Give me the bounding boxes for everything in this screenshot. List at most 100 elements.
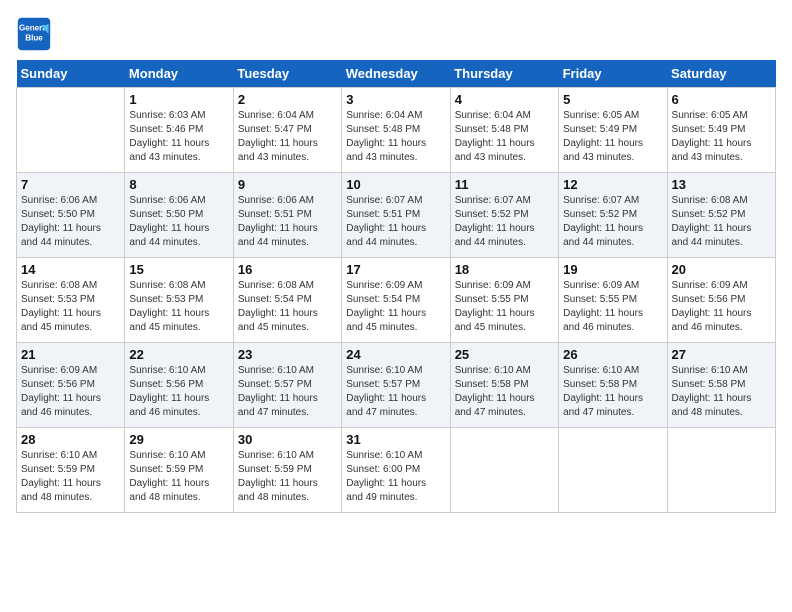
day-number: 8 bbox=[129, 177, 228, 192]
calendar-cell: 8 Sunrise: 6:06 AM Sunset: 5:50 PM Daylig… bbox=[125, 173, 233, 258]
calendar-cell: 13Sunrise: 6:08 AM Sunset: 5:52 PM Dayli… bbox=[667, 173, 775, 258]
day-number: 30 bbox=[238, 432, 337, 447]
day-number: 7 bbox=[21, 177, 120, 192]
day-info: Sunrise: 6:06 AM Sunset: 5:50 PM Dayligh… bbox=[129, 194, 228, 250]
calendar-cell: 22Sunrise: 6:10 AM Sunset: 5:56 PM Dayli… bbox=[125, 343, 233, 428]
day-number: 24 bbox=[346, 347, 445, 362]
day-number: 23 bbox=[238, 347, 337, 362]
day-number: 3 bbox=[346, 92, 445, 107]
calendar-cell: 16Sunrise: 6:08 AM Sunset: 5:54 PM Dayli… bbox=[233, 258, 341, 343]
weekday-header-sunday: Sunday bbox=[17, 60, 125, 88]
calendar-cell: 24 Sunrise: 6:10 AM Sunset: 5:57 PM Dayli… bbox=[342, 343, 450, 428]
calendar-cell: 1 Sunrise: 6:03 AM Sunset: 5:46 PM Daylig… bbox=[125, 88, 233, 173]
weekday-header-saturday: Saturday bbox=[667, 60, 775, 88]
calendar-cell: 19 Sunrise: 6:09 AM Sunset: 5:55 PM Dayli… bbox=[559, 258, 667, 343]
svg-text:Blue: Blue bbox=[25, 33, 43, 42]
day-number: 12 bbox=[563, 177, 662, 192]
day-info: Sunrise: 6:10 AM Sunset: 5:59 PM Dayligh… bbox=[129, 449, 228, 505]
day-number: 18 bbox=[455, 262, 554, 277]
calendar-cell: 4 Sunrise: 6:04 AM Sunset: 5:48 PM Daylig… bbox=[450, 88, 558, 173]
calendar-week-row: 21 Sunrise: 6:09 AM Sunset: 5:56 PM Dayli… bbox=[17, 343, 776, 428]
day-info: Sunrise: 6:09 AM Sunset: 5:55 PM Dayligh… bbox=[563, 279, 662, 335]
calendar-cell: 25 Sunrise: 6:10 AM Sunset: 5:58 PM Dayli… bbox=[450, 343, 558, 428]
day-number: 28 bbox=[21, 432, 120, 447]
calendar-cell: 26 Sunrise: 6:10 AM Sunset: 5:58 PM Dayli… bbox=[559, 343, 667, 428]
day-info: Sunrise: 6:05 AM Sunset: 5:49 PM Dayligh… bbox=[672, 109, 771, 165]
day-info: Sunrise: 6:09 AM Sunset: 5:56 PM Dayligh… bbox=[21, 364, 120, 420]
day-number: 1 bbox=[129, 92, 228, 107]
calendar-cell: 5Sunrise: 6:05 AM Sunset: 5:49 PM Daylig… bbox=[559, 88, 667, 173]
calendar-cell: 10Sunrise: 6:07 AM Sunset: 5:51 PM Dayli… bbox=[342, 173, 450, 258]
calendar-cell: 30 Sunrise: 6:10 AM Sunset: 5:59 PM Dayli… bbox=[233, 428, 341, 513]
calendar-body: 1 Sunrise: 6:03 AM Sunset: 5:46 PM Daylig… bbox=[17, 88, 776, 513]
day-info: Sunrise: 6:10 AM Sunset: 5:58 PM Dayligh… bbox=[455, 364, 554, 420]
day-info: Sunrise: 6:09 AM Sunset: 5:56 PM Dayligh… bbox=[672, 279, 771, 335]
day-info: Sunrise: 6:10 AM Sunset: 5:58 PM Dayligh… bbox=[563, 364, 662, 420]
day-number: 26 bbox=[563, 347, 662, 362]
day-info: Sunrise: 6:10 AM Sunset: 6:00 PM Dayligh… bbox=[346, 449, 445, 505]
day-number: 19 bbox=[563, 262, 662, 277]
day-info: Sunrise: 6:10 AM Sunset: 5:58 PM Dayligh… bbox=[672, 364, 771, 420]
calendar-cell: 23 Sunrise: 6:10 AM Sunset: 5:57 PM Dayli… bbox=[233, 343, 341, 428]
day-info: Sunrise: 6:06 AM Sunset: 5:51 PM Dayligh… bbox=[238, 194, 337, 250]
page-header: General Blue bbox=[16, 16, 776, 52]
calendar-cell: 20Sunrise: 6:09 AM Sunset: 5:56 PM Dayli… bbox=[667, 258, 775, 343]
day-info: Sunrise: 6:03 AM Sunset: 5:46 PM Dayligh… bbox=[129, 109, 228, 165]
day-number: 31 bbox=[346, 432, 445, 447]
day-info: Sunrise: 6:04 AM Sunset: 5:47 PM Dayligh… bbox=[238, 109, 337, 165]
day-info: Sunrise: 6:09 AM Sunset: 5:54 PM Dayligh… bbox=[346, 279, 445, 335]
day-number: 4 bbox=[455, 92, 554, 107]
calendar-cell bbox=[667, 428, 775, 513]
day-info: Sunrise: 6:07 AM Sunset: 5:52 PM Dayligh… bbox=[455, 194, 554, 250]
calendar-cell: 29 Sunrise: 6:10 AM Sunset: 5:59 PM Dayli… bbox=[125, 428, 233, 513]
day-number: 25 bbox=[455, 347, 554, 362]
day-info: Sunrise: 6:07 AM Sunset: 5:51 PM Dayligh… bbox=[346, 194, 445, 250]
weekday-header-tuesday: Tuesday bbox=[233, 60, 341, 88]
weekday-header-wednesday: Wednesday bbox=[342, 60, 450, 88]
calendar-cell: 27 Sunrise: 6:10 AM Sunset: 5:58 PM Dayli… bbox=[667, 343, 775, 428]
day-number: 9 bbox=[238, 177, 337, 192]
day-info: Sunrise: 6:10 AM Sunset: 5:57 PM Dayligh… bbox=[238, 364, 337, 420]
day-info: Sunrise: 6:05 AM Sunset: 5:49 PM Dayligh… bbox=[563, 109, 662, 165]
calendar-cell: 2 Sunrise: 6:04 AM Sunset: 5:47 PM Daylig… bbox=[233, 88, 341, 173]
calendar-cell bbox=[17, 88, 125, 173]
calendar-cell: 11 Sunrise: 6:07 AM Sunset: 5:52 PM Dayli… bbox=[450, 173, 558, 258]
day-number: 11 bbox=[455, 177, 554, 192]
day-number: 29 bbox=[129, 432, 228, 447]
calendar-cell: 21 Sunrise: 6:09 AM Sunset: 5:56 PM Dayli… bbox=[17, 343, 125, 428]
calendar-table: SundayMondayTuesdayWednesdayThursdayFrid… bbox=[16, 60, 776, 513]
calendar-week-row: 28 Sunrise: 6:10 AM Sunset: 5:59 PM Dayli… bbox=[17, 428, 776, 513]
day-info: Sunrise: 6:04 AM Sunset: 5:48 PM Dayligh… bbox=[455, 109, 554, 165]
day-number: 6 bbox=[672, 92, 771, 107]
weekday-header-row: SundayMondayTuesdayWednesdayThursdayFrid… bbox=[17, 60, 776, 88]
calendar-header: SundayMondayTuesdayWednesdayThursdayFrid… bbox=[17, 60, 776, 88]
calendar-cell: 3 Sunrise: 6:04 AM Sunset: 5:48 PM Daylig… bbox=[342, 88, 450, 173]
calendar-cell: 9 Sunrise: 6:06 AM Sunset: 5:51 PM Daylig… bbox=[233, 173, 341, 258]
day-number: 13 bbox=[672, 177, 771, 192]
day-number: 21 bbox=[21, 347, 120, 362]
day-number: 14 bbox=[21, 262, 120, 277]
day-info: Sunrise: 6:06 AM Sunset: 5:50 PM Dayligh… bbox=[21, 194, 120, 250]
day-info: Sunrise: 6:10 AM Sunset: 5:59 PM Dayligh… bbox=[21, 449, 120, 505]
day-info: Sunrise: 6:10 AM Sunset: 5:59 PM Dayligh… bbox=[238, 449, 337, 505]
calendar-cell: 18 Sunrise: 6:09 AM Sunset: 5:55 PM Dayli… bbox=[450, 258, 558, 343]
day-info: Sunrise: 6:09 AM Sunset: 5:55 PM Dayligh… bbox=[455, 279, 554, 335]
logo: General Blue bbox=[16, 16, 56, 52]
weekday-header-monday: Monday bbox=[125, 60, 233, 88]
day-info: Sunrise: 6:08 AM Sunset: 5:53 PM Dayligh… bbox=[21, 279, 120, 335]
calendar-cell: 7 Sunrise: 6:06 AM Sunset: 5:50 PM Daylig… bbox=[17, 173, 125, 258]
day-info: Sunrise: 6:10 AM Sunset: 5:56 PM Dayligh… bbox=[129, 364, 228, 420]
calendar-cell: 15Sunrise: 6:08 AM Sunset: 5:53 PM Dayli… bbox=[125, 258, 233, 343]
calendar-cell: 28 Sunrise: 6:10 AM Sunset: 5:59 PM Dayli… bbox=[17, 428, 125, 513]
day-number: 27 bbox=[672, 347, 771, 362]
day-number: 2 bbox=[238, 92, 337, 107]
calendar-cell: 14 Sunrise: 6:08 AM Sunset: 5:53 PM Dayli… bbox=[17, 258, 125, 343]
calendar-cell: 17 Sunrise: 6:09 AM Sunset: 5:54 PM Dayli… bbox=[342, 258, 450, 343]
day-info: Sunrise: 6:10 AM Sunset: 5:57 PM Dayligh… bbox=[346, 364, 445, 420]
day-info: Sunrise: 6:04 AM Sunset: 5:48 PM Dayligh… bbox=[346, 109, 445, 165]
day-info: Sunrise: 6:08 AM Sunset: 5:53 PM Dayligh… bbox=[129, 279, 228, 335]
weekday-header-thursday: Thursday bbox=[450, 60, 558, 88]
day-number: 17 bbox=[346, 262, 445, 277]
calendar-cell bbox=[559, 428, 667, 513]
calendar-week-row: 14 Sunrise: 6:08 AM Sunset: 5:53 PM Dayli… bbox=[17, 258, 776, 343]
